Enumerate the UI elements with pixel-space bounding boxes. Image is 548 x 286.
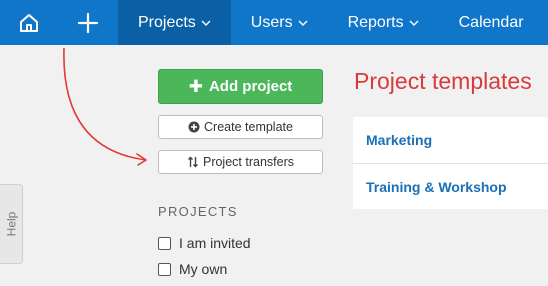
nav-users[interactable]: Users	[231, 0, 328, 45]
nav-reports[interactable]: Reports	[328, 0, 439, 45]
create-template-label: Create template	[204, 120, 293, 134]
filter-i-am-invited-label: I am invited	[179, 235, 251, 251]
template-training-workshop[interactable]: Training & Workshop	[353, 163, 548, 209]
nav-users-label: Users	[250, 13, 293, 31]
project-transfers-button[interactable]: Project transfers	[158, 150, 323, 174]
chevron-down-icon	[201, 20, 211, 26]
transfer-arrows-icon	[187, 156, 199, 168]
nav-calendar[interactable]: Calendar	[439, 0, 544, 45]
create-template-button[interactable]: Create template	[158, 115, 323, 139]
add-project-button[interactable]: ✚ Add project	[158, 69, 323, 104]
nav-projects[interactable]: Projects	[118, 0, 231, 45]
add-project-label: Add project	[208, 78, 293, 95]
templates-title: Project templates	[354, 68, 532, 94]
filter-my-own[interactable]: My own	[158, 261, 227, 277]
home-icon[interactable]	[0, 0, 58, 45]
chevron-down-icon	[409, 20, 419, 26]
nav-calendar-label: Calendar	[458, 13, 524, 31]
help-tab[interactable]: Help	[0, 184, 23, 264]
templates-list: Marketing Training & Workshop	[353, 117, 548, 209]
help-tab-label: Help	[4, 211, 18, 237]
top-nav-bar: Projects Users Reports Calendar	[0, 0, 548, 45]
project-transfers-label: Project transfers	[202, 155, 294, 169]
nav-reports-label: Reports	[347, 13, 404, 31]
chevron-down-icon	[298, 20, 308, 26]
nav-projects-label: Projects	[138, 13, 196, 31]
template-marketing[interactable]: Marketing	[353, 117, 548, 163]
plus-circle-icon	[188, 121, 200, 133]
checkbox[interactable]	[158, 236, 171, 250]
filter-my-own-label: My own	[179, 261, 228, 277]
plus-icon: ✚	[188, 77, 203, 96]
checkbox[interactable]	[158, 262, 171, 276]
filter-i-am-invited[interactable]: I am invited	[158, 235, 251, 251]
projects-section-heading: PROJECTS	[158, 204, 238, 219]
plus-icon[interactable]	[58, 0, 118, 45]
